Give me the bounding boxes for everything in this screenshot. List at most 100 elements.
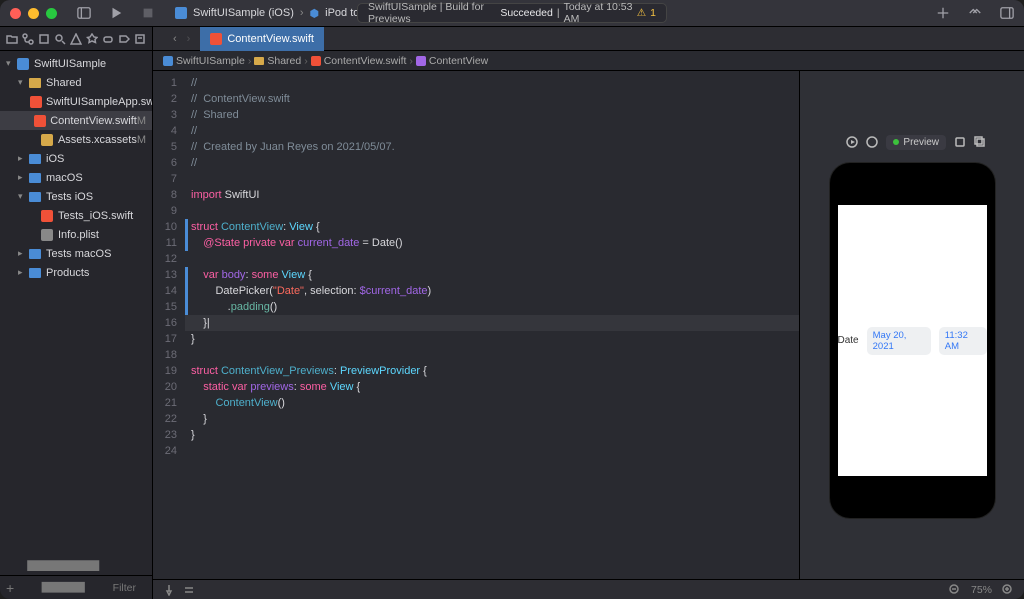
code-line[interactable]: var body: some View { — [191, 267, 799, 283]
inspectors-toggle-icon[interactable] — [1000, 6, 1014, 20]
activity-status[interactable]: SwiftUISample | Build for Previews Succe… — [357, 3, 667, 23]
code-line[interactable] — [191, 171, 799, 187]
editor-tab[interactable]: ContentView.swift — [200, 27, 324, 51]
code-line[interactable]: // — [191, 155, 799, 171]
warning-icon[interactable]: ⚠ — [637, 7, 646, 19]
jump-3[interactable]: ContentView.swift — [324, 55, 407, 67]
add-target-icon[interactable]: + — [6, 580, 14, 596]
tree-label: Info.plist — [58, 229, 99, 241]
disclosure-icon[interactable]: ▸ — [18, 267, 28, 278]
tree-label: Shared — [46, 77, 81, 89]
jump-2[interactable]: Shared — [267, 55, 301, 67]
code-line[interactable]: // Created by Juan Reyes on 2021/05/07. — [191, 139, 799, 155]
issue-nav-icon[interactable] — [70, 33, 82, 45]
code-line[interactable]: DatePicker("Date", selection: $current_d… — [191, 283, 799, 299]
disclosure-icon[interactable]: ▾ — [18, 77, 28, 88]
filter-icon[interactable] — [20, 544, 106, 599]
project-nav-icon[interactable] — [6, 33, 18, 45]
add-icon[interactable] — [936, 6, 950, 20]
tree-row[interactable]: Tests_iOS.swift — [0, 206, 152, 225]
zoom-in-icon[interactable] — [1002, 584, 1014, 596]
tree-row[interactable]: ▸Tests macOS — [0, 244, 152, 263]
maximize-icon[interactable] — [46, 8, 57, 19]
device-settings-icon[interactable] — [954, 136, 966, 148]
code-line[interactable]: // Shared — [191, 107, 799, 123]
disclosure-icon[interactable]: ▸ — [18, 172, 28, 183]
tree-row[interactable]: ▾ Shared — [0, 73, 152, 92]
zoom-level[interactable]: 75% — [971, 584, 992, 596]
code-content[interactable]: //// ContentView.swift// Shared//// Crea… — [185, 71, 799, 579]
close-icon[interactable] — [10, 8, 21, 19]
code-line[interactable] — [191, 347, 799, 363]
library-icon[interactable] — [968, 6, 982, 20]
disclosure-icon[interactable]: ▾ — [18, 191, 28, 202]
minimize-icon[interactable] — [28, 8, 39, 19]
breakpoint-nav-icon[interactable] — [118, 33, 130, 45]
adjust-icon[interactable] — [183, 584, 195, 596]
filter-input[interactable]: Filter — [113, 582, 136, 594]
code-line[interactable]: // — [191, 75, 799, 91]
symbol-nav-icon[interactable] — [38, 33, 50, 45]
device-screen[interactable]: Date May 20, 2021 11:32 AM — [838, 205, 987, 476]
source-control-nav-icon[interactable] — [22, 33, 34, 45]
run-icon[interactable] — [109, 6, 123, 20]
preview-status-pill[interactable]: Preview — [886, 135, 946, 150]
disclosure-icon[interactable]: ▸ — [18, 153, 28, 164]
debug-nav-icon[interactable] — [102, 33, 114, 45]
code-line[interactable]: struct ContentView: View { — [191, 219, 799, 235]
tree-label: Assets.xcassets — [58, 134, 137, 146]
line-number: 21 — [153, 395, 177, 411]
duplicate-preview-icon[interactable] — [974, 136, 986, 148]
code-line[interactable]: } — [191, 331, 799, 347]
tree-row[interactable]: Assets.xcassetsM — [0, 130, 152, 149]
code-line[interactable]: // ContentView.swift — [191, 91, 799, 107]
test-nav-icon[interactable] — [86, 33, 98, 45]
back-button[interactable]: ‹ — [173, 33, 177, 45]
datepicker-date-chip[interactable]: May 20, 2021 — [867, 327, 931, 355]
jump-bar[interactable]: SwiftUISample› Shared› ContentView.swift… — [153, 51, 1024, 71]
code-line[interactable]: import SwiftUI — [191, 187, 799, 203]
code-line[interactable]: } — [191, 411, 799, 427]
disclosure-icon[interactable]: ▸ — [18, 248, 28, 259]
code-line[interactable]: .padding() — [191, 299, 799, 315]
modified-badge: M — [137, 134, 146, 146]
folder-yellow-icon — [28, 76, 42, 90]
find-nav-icon[interactable] — [54, 33, 66, 45]
forward-button[interactable]: › — [187, 33, 191, 45]
tree-row[interactable]: ▾Tests iOS — [0, 187, 152, 206]
code-line[interactable] — [191, 251, 799, 267]
source-editor[interactable]: 123456789101112131415161718192021222324 … — [153, 71, 799, 579]
code-line[interactable]: ContentView() — [191, 395, 799, 411]
datepicker-label: Date — [838, 335, 859, 346]
tree-row[interactable]: ▸macOS — [0, 168, 152, 187]
stop-icon[interactable] — [141, 6, 155, 20]
tree-row[interactable]: Info.plist — [0, 225, 152, 244]
folder-icon — [28, 171, 42, 185]
jump-4[interactable]: ContentView — [429, 55, 488, 67]
tree-row[interactable]: ContentView.swiftM — [0, 111, 152, 130]
tree-label: SwiftUISampleApp.swift — [46, 96, 152, 108]
tree-row[interactable]: ▾SwiftUISample — [0, 54, 152, 73]
datepicker-time-chip[interactable]: 11:32 AM — [939, 327, 987, 355]
report-nav-icon[interactable] — [134, 33, 146, 45]
tree-row[interactable]: SwiftUISampleApp.swift — [0, 92, 152, 111]
code-line[interactable]: @State private var current_date = Date() — [191, 235, 799, 251]
sidebar-toggle-icon[interactable] — [77, 6, 91, 20]
code-line[interactable]: // — [191, 123, 799, 139]
code-line[interactable]: static var previews: some View { — [191, 379, 799, 395]
code-line[interactable]: struct ContentView_Previews: PreviewProv… — [191, 363, 799, 379]
pin-icon[interactable] — [163, 584, 175, 596]
code-line[interactable] — [191, 443, 799, 459]
play-preview-icon[interactable] — [846, 136, 858, 148]
tree-row[interactable]: ▸ Products — [0, 263, 152, 282]
tree-label: Products — [46, 267, 89, 279]
code-line[interactable]: } — [191, 427, 799, 443]
zoom-out-icon[interactable] — [949, 584, 961, 596]
live-preview-icon[interactable] — [866, 136, 878, 148]
code-line[interactable] — [191, 203, 799, 219]
tree-row[interactable]: ▸iOS — [0, 149, 152, 168]
disclosure-icon[interactable]: ▾ — [6, 58, 16, 69]
change-mark — [185, 299, 188, 315]
warning-count: 1 — [650, 7, 656, 19]
jump-1[interactable]: SwiftUISample — [176, 55, 245, 67]
